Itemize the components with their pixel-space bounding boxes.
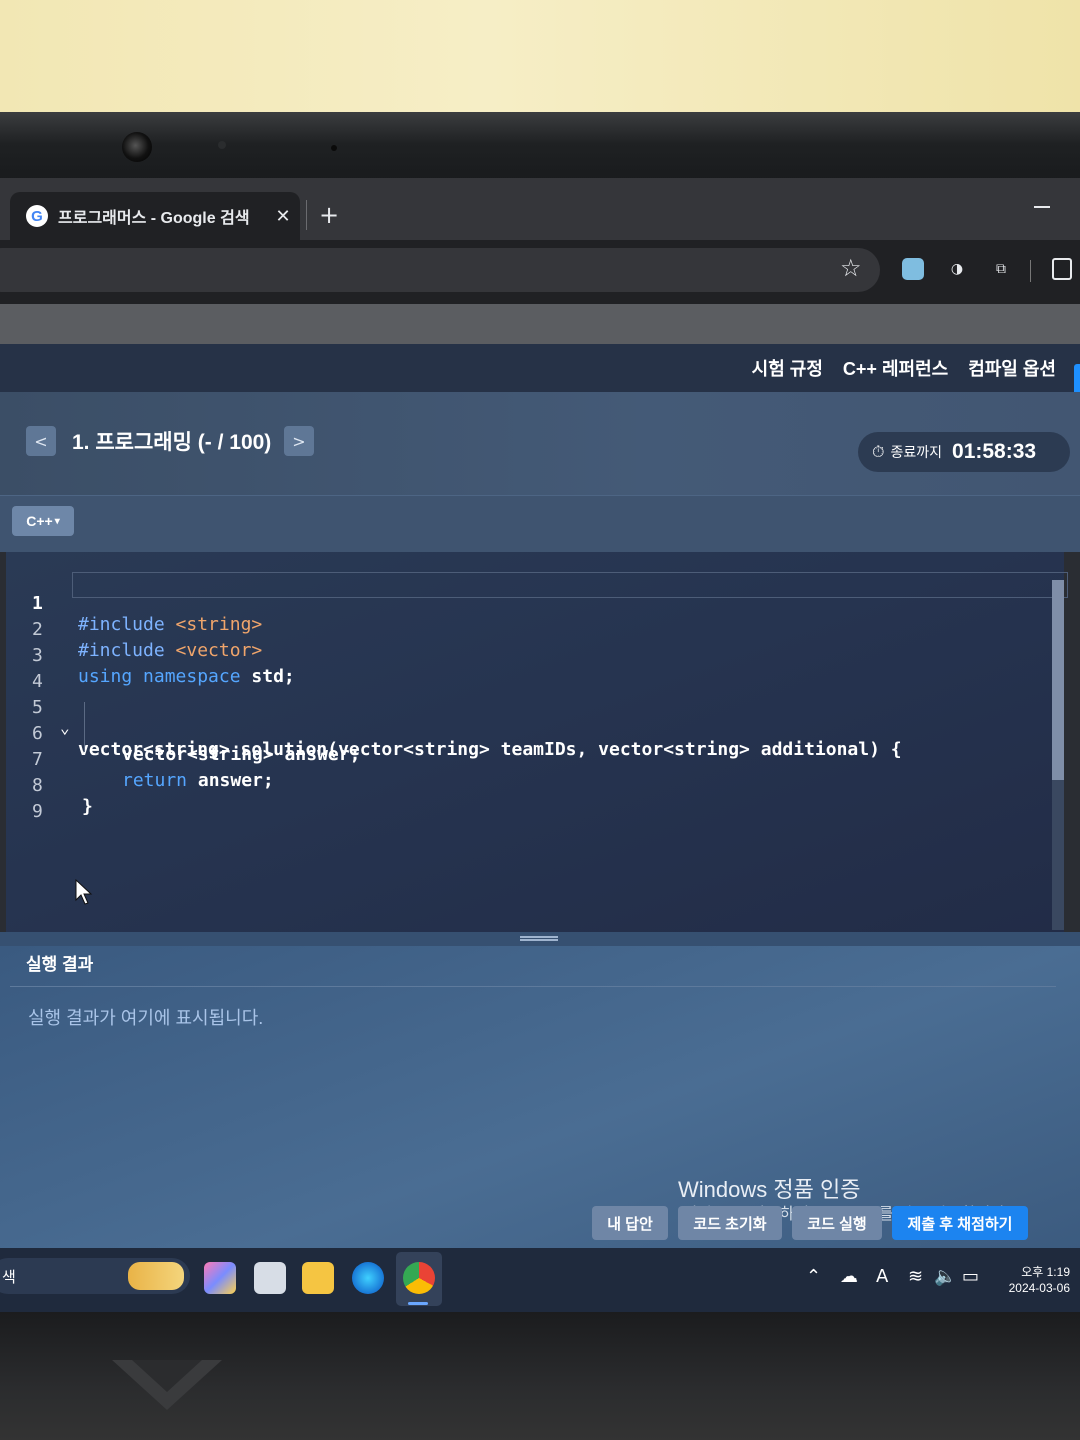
toolbar-separator [1030, 260, 1031, 282]
task-view-icon[interactable] [254, 1262, 286, 1294]
taskbar-search[interactable]: 색 [0, 1258, 190, 1294]
code-line[interactable]: 2 #include <vector> [6, 598, 1046, 661]
timer-label: 종료까지 [890, 444, 943, 460]
address-bar[interactable] [0, 248, 880, 292]
chevron-up-icon[interactable]: ⌃ [806, 1266, 821, 1287]
code-line[interactable]: 6 vector<string> answer; [6, 702, 1046, 765]
page-top-band [0, 304, 1080, 344]
volume-icon[interactable]: 🔈 [934, 1266, 956, 1287]
clock-date: 2024-03-06 [1008, 1281, 1070, 1295]
mouse-pointer-icon [75, 878, 93, 905]
code-line[interactable]: 9 [6, 780, 1046, 822]
input-method-indicator[interactable]: A [876, 1266, 888, 1287]
code-line[interactable]: 4 [6, 650, 1046, 692]
windows-taskbar: 색 ⌃ ☁ A ≋ 🔈 ▭ 오후 1:19 2024-03-06 [0, 1248, 1080, 1313]
battery-icon[interactable]: ▭ [962, 1266, 979, 1287]
wifi-icon[interactable]: ≋ [908, 1266, 923, 1287]
language-label: C++ [26, 513, 53, 529]
language-select[interactable]: C++ ▾ [12, 506, 74, 536]
cpp-reference-link[interactable]: C++ 레퍼런스 [843, 355, 948, 381]
result-title: 실행 결과 [26, 955, 94, 974]
webcam-sensor [218, 141, 226, 149]
scrollbar-thumb[interactable] [1052, 580, 1064, 780]
code-line[interactable]: 5 ⌄ vector<string> solution(vector<strin… [6, 676, 1046, 760]
exam-timer: ⏱ 종료까지 01:58:33 [858, 432, 1070, 472]
stopwatch-icon: ⏱ [872, 442, 885, 461]
onedrive-icon[interactable]: ☁ [840, 1266, 858, 1287]
panel-splitter[interactable] [0, 932, 1080, 946]
copilot-icon[interactable] [204, 1262, 236, 1294]
indent-guide [84, 702, 85, 752]
app-header: 시험 규정 C++ 레퍼런스 컴파일 옵션 [0, 344, 1080, 392]
webcam-light [331, 145, 337, 151]
edge-browser-icon[interactable] [352, 1262, 384, 1294]
compile-options-link[interactable]: 컴파일 옵션 [968, 355, 1056, 381]
chrome-icon[interactable] [403, 1262, 435, 1294]
chevron-down-icon: ▾ [54, 515, 60, 527]
browser-tab-bar: G 프로그래머스 - Google 검색 ✕ + [0, 178, 1080, 240]
reset-code-button[interactable]: 코드 초기화 [678, 1206, 782, 1240]
next-problem-button[interactable]: > [284, 426, 314, 456]
browser-tab[interactable]: G 프로그래머스 - Google 검색 ✕ [10, 192, 300, 240]
timer-value: 01:58:33 [952, 440, 1037, 463]
side-panel-icon[interactable] [1052, 258, 1072, 280]
browser-toolbar: ☆ ◑ ⧉ [0, 240, 1080, 304]
code-line[interactable]: 3 using namespace std; [6, 624, 1046, 687]
my-answer-button[interactable]: 내 답안 [592, 1206, 668, 1240]
new-tab-button[interactable]: + [306, 200, 339, 230]
clock-time: 오후 1:19 [1021, 1265, 1070, 1279]
code-line[interactable]: 8 } [6, 754, 1046, 817]
code-editor[interactable]: 1 #include <string> 2 #include <vector> … [6, 552, 1068, 932]
close-tab-icon[interactable]: ✕ [270, 206, 296, 227]
code-line[interactable]: 1 #include <string> [6, 572, 1046, 635]
search-highlight-image [128, 1262, 184, 1290]
drag-handle-icon[interactable] [520, 936, 558, 941]
submit-button[interactable]: 제출 후 채점하기 [892, 1206, 1028, 1240]
prev-problem-button[interactable]: < [26, 426, 56, 456]
result-placeholder: 실행 결과가 여기에 표시됩니다. [28, 1008, 264, 1028]
language-bar: C++ ▾ [0, 496, 1080, 552]
divider [10, 986, 1056, 987]
extensions-puzzle-icon[interactable]: ⧉ [990, 258, 1012, 280]
file-explorer-icon[interactable] [302, 1262, 334, 1294]
problem-bar: < 1. 프로그래밍 (- / 100) > ⏱ 종료까지 01:58:33 [0, 392, 1080, 496]
editor-scrollbar[interactable] [1052, 580, 1064, 930]
line-number: 9 [32, 801, 43, 822]
search-label: 색 [2, 1268, 16, 1286]
exam-rules-link[interactable]: 시험 규정 [752, 355, 823, 381]
taskbar-clock[interactable]: 오후 1:19 2024-03-06 [990, 1264, 1070, 1296]
problem-title: 1. 프로그래밍 (- / 100) [72, 431, 272, 454]
bookmark-star-icon[interactable]: ☆ [840, 254, 862, 282]
extension-icon[interactable] [902, 258, 924, 280]
extension-shield-icon[interactable]: ◑ [946, 258, 968, 280]
minimize-icon[interactable] [1034, 206, 1050, 208]
google-icon: G [26, 205, 48, 227]
code-line[interactable]: 7 return answer; [6, 728, 1046, 791]
screen: G 프로그래머스 - Google 검색 ✕ + ☆ ◑ ⧉ 시험 규정 C++… [0, 178, 1080, 1313]
webcam [122, 132, 152, 162]
laptop-logo-icon [112, 1360, 222, 1410]
action-buttons: 내 답안 코드 초기화 코드 실행 제출 후 채점하기 [0, 1206, 1080, 1246]
active-indicator [408, 1302, 428, 1305]
tab-title: 프로그래머스 - Google 검색 [58, 210, 250, 227]
run-code-button[interactable]: 코드 실행 [792, 1206, 882, 1240]
background-wall [0, 0, 1080, 130]
